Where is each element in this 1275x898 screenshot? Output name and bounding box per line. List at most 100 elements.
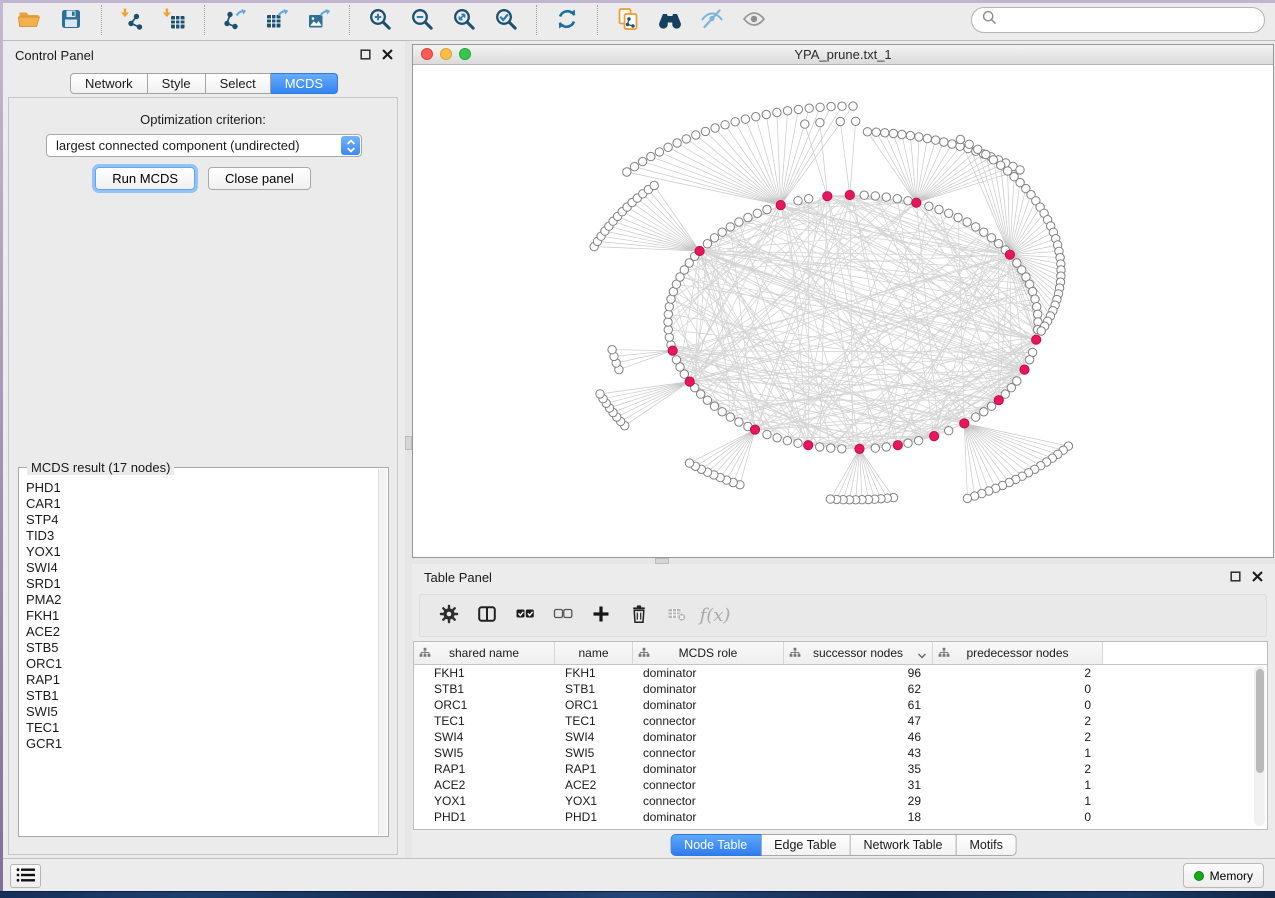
network-node[interactable] [904,439,912,447]
network-node[interactable] [783,107,791,115]
network-node[interactable] [849,102,857,110]
network-node[interactable] [726,413,734,421]
network-node[interactable] [710,402,718,410]
show-graphics-details-button[interactable] [733,3,775,37]
mcds-result-item[interactable]: TID3 [26,528,378,544]
network-node[interactable] [1033,303,1041,311]
network-node[interactable] [948,140,956,148]
split-columns-button[interactable] [468,599,506,633]
network-node[interactable] [1031,295,1039,303]
network-node[interactable] [672,356,680,364]
network-node[interactable] [956,135,964,143]
network-node[interactable] [726,223,734,231]
network-node[interactable] [945,209,953,217]
network-hub-node[interactable] [804,441,813,450]
network-hub-node[interactable] [823,192,832,201]
network-node[interactable] [801,120,809,128]
network-node[interactable] [851,117,859,125]
network-node[interactable] [596,390,604,398]
control-panel-float-button[interactable] [360,48,371,63]
network-node[interactable] [638,157,646,165]
network-node[interactable] [838,445,846,453]
network-node[interactable] [1037,327,1045,335]
network-node[interactable] [974,145,982,153]
network-node[interactable] [871,192,879,200]
network-node[interactable] [664,143,672,151]
zoom-selected-button[interactable] [485,3,527,37]
vertical-splitter[interactable] [405,41,412,858]
mcds-result-item[interactable]: FKH1 [26,608,378,624]
network-node[interactable] [773,108,781,116]
column-header-shared-name[interactable]: shared name [414,642,555,664]
network-hub-node[interactable] [776,201,785,210]
network-node[interactable] [989,156,997,164]
tab-select[interactable]: Select [206,73,271,94]
network-node[interactable] [665,333,673,341]
network-node[interactable] [703,396,711,404]
network-window-titlebar[interactable]: YPA_prune.txt_1 [413,45,1273,65]
column-header-predecessor-nodes[interactable]: predecessor nodes [933,642,1103,664]
network-node[interactable] [893,195,901,203]
network-node[interactable] [882,193,890,201]
network-node[interactable] [860,191,868,199]
memory-button[interactable]: Memory [1183,863,1264,888]
network-node[interactable] [923,134,931,142]
network-node[interactable] [863,128,871,136]
network-node[interactable] [650,181,658,189]
zoom-out-button[interactable] [401,3,443,37]
deselect-all-columns-button[interactable] [544,599,582,633]
network-node[interactable] [881,129,889,137]
network-node[interactable] [701,127,709,135]
tab-motifs[interactable]: Motifs [956,834,1016,856]
mcds-result-item[interactable]: PHD1 [26,480,378,496]
run-mcds-button[interactable]: Run MCDS [95,167,195,190]
network-node[interactable] [623,168,631,176]
window-minimize-light[interactable] [440,48,452,60]
tab-node-table[interactable]: Node Table [670,834,761,856]
network-node[interactable] [980,228,988,236]
network-node[interactable] [794,439,802,447]
network-hub-node[interactable] [893,441,902,450]
network-node[interactable] [647,152,655,160]
network-node[interactable] [904,197,912,205]
delete-column-button[interactable] [620,599,658,633]
network-node[interactable] [982,150,990,158]
table-row[interactable]: ORC1ORC1dominator610 [414,697,1267,713]
network-node[interactable] [773,434,781,442]
search-box[interactable] [971,7,1265,33]
network-node[interactable] [763,205,771,213]
network-node[interactable] [963,494,971,502]
export-network-button[interactable] [214,3,256,37]
column-header-successor-nodes[interactable]: successor nodes [784,642,933,664]
select-all-columns-button[interactable] [506,599,544,633]
clone-network-button[interactable] [607,3,649,37]
network-node[interactable] [664,318,672,326]
mcds-result-item[interactable]: STB5 [26,640,378,656]
hide-graphics-details-button[interactable] [691,3,733,37]
network-node[interactable] [987,402,995,410]
network-node[interactable] [711,124,719,132]
save-session-button[interactable] [50,3,92,37]
import-table-button[interactable] [153,3,195,37]
network-node[interactable] [816,118,824,126]
network-node[interactable] [735,418,743,426]
network-node[interactable] [1034,310,1042,318]
network-node[interactable] [816,103,824,111]
network-hub-node[interactable] [855,444,864,453]
network-node[interactable] [872,128,880,136]
table-row[interactable]: PHD1PHD1dominator180 [414,809,1267,825]
network-node[interactable] [673,139,681,147]
window-close-light[interactable] [421,48,433,60]
mcds-result-item[interactable]: PMA2 [26,592,378,608]
zoom-fit-button[interactable] [443,3,485,37]
mcds-result-item[interactable]: SWI5 [26,704,378,720]
network-node[interactable] [682,135,690,143]
table-scrollbar-thumb[interactable] [1256,669,1264,773]
network-hub-node[interactable] [845,190,854,199]
network-node[interactable] [752,113,760,121]
network-node[interactable] [783,437,791,445]
network-node[interactable] [1016,166,1024,174]
network-node[interactable] [889,129,897,137]
network-node[interactable] [826,495,834,503]
network-node[interactable] [718,228,726,236]
